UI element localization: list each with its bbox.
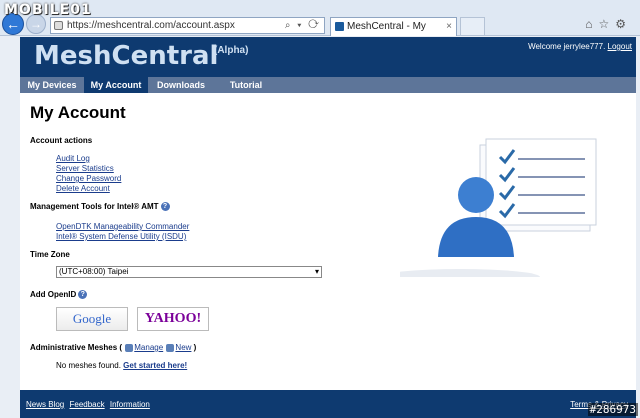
audit-log-link[interactable]: Audit Log (56, 154, 90, 163)
help-icon[interactable]: ? (160, 202, 170, 212)
get-started-link[interactable]: Get started here! (123, 361, 187, 370)
yahoo-openid-button[interactable]: YAHOO! (137, 307, 209, 331)
shadow-ellipse (400, 269, 540, 277)
site-footer: News Blog Feedback Information Terms & P… (20, 390, 636, 418)
checklist-document-icon (479, 138, 597, 232)
admin-meshes-row: Administrative Meshes ( Manage New ) (30, 343, 196, 352)
information-link[interactable]: Information (110, 400, 150, 409)
time-zone-select[interactable]: (UTC+08:00) Taipei ▾ (56, 266, 322, 278)
main-nav: My Devices My Account Downloads Tutorial (20, 77, 636, 93)
watermark-logo: MOBILE01 (4, 2, 92, 18)
site-icon (54, 21, 63, 30)
delete-account-link[interactable]: Delete Account (56, 184, 110, 193)
manage-link[interactable]: Manage (134, 343, 163, 352)
add-icon (166, 343, 175, 352)
opendtk-link[interactable]: OpenDTK Manageability Commander (56, 222, 189, 231)
address-tools-icon[interactable]: ⌕ ▾ ⟳ (285, 18, 321, 33)
tab-active[interactable]: MeshCentral - My Account × (330, 17, 457, 50)
page-viewport: MeshCentral (Alpha) Welcome jerrylee777.… (0, 37, 640, 418)
footer-links: News Blog Feedback Information (26, 400, 153, 409)
time-zone-heading: Time Zone (30, 250, 70, 259)
page-title: My Account (30, 103, 126, 122)
account-actions-heading: Account actions (30, 136, 93, 145)
feedback-link[interactable]: Feedback (69, 400, 104, 409)
no-meshes-text: No meshes found. (56, 361, 121, 370)
welcome-text: Welcome jerrylee777. (528, 42, 606, 51)
address-bar[interactable]: https://meshcentral.com/account.aspx ⌕ ▾… (50, 17, 325, 34)
new-mesh-link[interactable]: New (175, 343, 191, 352)
site-header: MeshCentral (Alpha) Welcome jerrylee777.… (20, 37, 636, 77)
tab-close-icon[interactable]: × (446, 18, 452, 36)
help-icon[interactable]: ? (78, 290, 88, 300)
no-meshes-row: No meshes found. Get started here! (56, 361, 187, 370)
address-text: https://meshcentral.com/account.aspx (67, 20, 235, 31)
close-paren: ) (193, 343, 197, 352)
server-statistics-link[interactable]: Server Statistics (56, 164, 114, 173)
favicon-icon (335, 22, 344, 31)
new-tab-button[interactable] (460, 17, 485, 36)
site-container: MeshCentral (Alpha) Welcome jerrylee777.… (20, 37, 636, 418)
logo-suffix: (Alpha) (214, 45, 249, 56)
news-blog-link[interactable]: News Blog (26, 400, 64, 409)
welcome-area: Welcome jerrylee777. Logout (528, 42, 632, 51)
google-openid-button[interactable]: Google (56, 307, 128, 331)
change-password-link[interactable]: Change Password (56, 174, 121, 183)
browser-chrome: ← → https://meshcentral.com/account.aspx… (0, 0, 640, 50)
nav-my-devices[interactable]: My Devices (20, 77, 84, 93)
isdu-link[interactable]: Intel® System Defense Utility (ISDU) (56, 232, 186, 241)
nav-tutorial[interactable]: Tutorial (214, 77, 278, 93)
amt-tools-heading: Management Tools for Intel® AMT? (30, 202, 170, 212)
amt-tools-heading-text: Management Tools for Intel® AMT (30, 202, 159, 211)
admin-meshes-heading: Administrative Meshes ( (30, 343, 123, 352)
account-illustration (400, 138, 597, 277)
toolbar-icons[interactable]: ⌂☆⚙ (585, 17, 632, 31)
time-zone-value: (UTC+08:00) Taipei (59, 267, 129, 276)
logout-link[interactable]: Logout (608, 42, 632, 51)
openid-heading-text: Add OpenID (30, 290, 77, 299)
nav-downloads[interactable]: Downloads (148, 77, 214, 93)
openid-heading: Add OpenID? (30, 290, 88, 300)
chevron-down-icon: ▾ (314, 267, 319, 276)
image-code-watermark: #286973 (587, 403, 638, 416)
site-logo[interactable]: MeshCentral (34, 41, 218, 71)
nav-my-account[interactable]: My Account (84, 77, 148, 93)
manage-icon (125, 343, 134, 352)
